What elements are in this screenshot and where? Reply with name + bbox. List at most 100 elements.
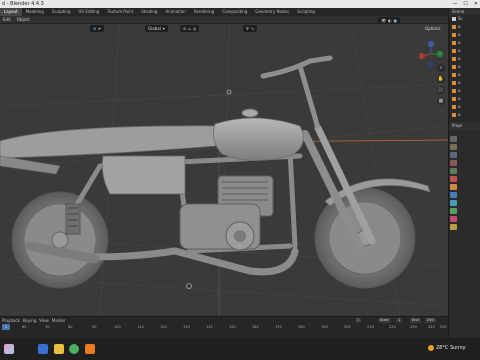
options-dropdown[interactable]: Options xyxy=(422,25,443,32)
frame-label: 170 xyxy=(275,325,282,329)
tab-sculpting[interactable]: Sculpting xyxy=(48,8,75,16)
outliner-row[interactable]: a xyxy=(449,47,480,55)
pan-hand-icon[interactable]: ✋ xyxy=(437,75,445,83)
file-explorer-icon[interactable] xyxy=(54,344,64,354)
outliner-row-label: a xyxy=(458,80,461,85)
object-tab-icon[interactable] xyxy=(450,184,457,190)
chrome-icon[interactable] xyxy=(69,344,79,354)
outliner-row[interactable]: a xyxy=(449,39,480,47)
tab-uv-editing[interactable]: UV Editing xyxy=(75,8,104,16)
frame-label: 110 xyxy=(137,325,144,329)
rear-wheel[interactable] xyxy=(11,191,109,289)
tab-compositing[interactable]: Compositing xyxy=(218,8,251,16)
link-icon: ⊕ xyxy=(93,26,97,31)
weather-widget[interactable]: 28°C Sunny xyxy=(428,345,466,351)
cursor-icon: ⌖ xyxy=(98,26,101,31)
view-options[interactable]: 👁 ◐ ● xyxy=(378,17,401,24)
3d-cursor[interactable] xyxy=(186,283,192,289)
workspace-tabs: Layout Modeling Sculpting UV Editing Tex… xyxy=(0,8,480,16)
outliner-row[interactable]: a xyxy=(449,63,480,71)
collection-icon xyxy=(452,17,456,21)
orientation-dropdown[interactable]: Global ▾ xyxy=(145,25,168,32)
tab-texture-paint[interactable]: Texture Paint xyxy=(103,8,137,16)
tab-animation[interactable]: Animation xyxy=(161,8,189,16)
world-tab-icon[interactable] xyxy=(450,176,457,182)
menu-edit[interactable]: Edit xyxy=(0,17,14,22)
outliner-row[interactable]: a xyxy=(449,79,480,87)
windows-start-icon[interactable] xyxy=(38,344,48,354)
outliner-row-label: a xyxy=(458,112,461,117)
tool-tab-icon[interactable] xyxy=(450,136,457,142)
tab-rendering[interactable]: Rendering xyxy=(190,8,218,16)
rear-fender xyxy=(0,155,61,175)
minimize-button[interactable]: — xyxy=(452,0,457,8)
handlebar[interactable] xyxy=(260,55,333,79)
filter-icon: ⊽ xyxy=(246,26,249,31)
object-icon xyxy=(452,65,456,69)
material-tab-icon[interactable] xyxy=(450,216,457,222)
zoom-icon[interactable]: ⌕ xyxy=(437,64,445,72)
current-frame-field[interactable]: 1 xyxy=(355,318,362,323)
outliner-row-label: a xyxy=(458,56,461,61)
transform-orientation-pill[interactable]: ⊕ ⌖ xyxy=(90,25,104,32)
outliner-row[interactable]: a xyxy=(449,31,480,39)
timeline[interactable]: Playback Keying View Marker 1 Start 1 En… xyxy=(0,316,448,338)
wave-icon: ∿ xyxy=(250,26,255,31)
frame-label: 60 xyxy=(22,325,27,329)
outliner-row[interactable]: a xyxy=(449,23,480,31)
fuel-tank[interactable] xyxy=(213,117,304,161)
tab-layout[interactable]: Layout xyxy=(0,8,22,16)
window-title: d - Blender 4.4.3 xyxy=(2,1,44,7)
frame-label: 200 xyxy=(344,325,351,329)
pivot-snapping-tools[interactable]: ⊙ ⌂ ◎ xyxy=(180,25,200,32)
properties-panel: Proje xyxy=(448,122,480,338)
physics-tab-icon[interactable] xyxy=(450,208,457,214)
outliner-row[interactable]: a xyxy=(449,103,480,111)
3d-viewport[interactable]: Edit Object ⊕ ⌖ Global ▾ ⊙ ⌂ ◎ ⊽ ∿ 👁 ◐ ●… xyxy=(0,16,448,316)
texture-tab-icon[interactable] xyxy=(450,224,457,230)
frame-label: 160 xyxy=(252,325,259,329)
grid-view-icon[interactable]: ▦ xyxy=(437,97,445,105)
menu-playback[interactable]: Playback xyxy=(2,318,20,323)
tab-modeling[interactable]: Modeling xyxy=(22,8,48,16)
object-icon xyxy=(452,33,456,37)
outliner-row[interactable]: a xyxy=(449,111,480,119)
outliner-row[interactable]: Sc xyxy=(449,15,480,23)
seat[interactable] xyxy=(0,125,234,159)
end-frame-field[interactable]: 250 xyxy=(425,318,436,323)
tab-geometry-nodes[interactable]: Geometry Nodes xyxy=(251,8,293,16)
viewport-scene xyxy=(0,16,448,316)
render-tab-icon[interactable] xyxy=(450,144,457,150)
modifier-tab-icon[interactable] xyxy=(450,192,457,198)
filter-tools[interactable]: ⊽ ∿ xyxy=(243,25,258,32)
menu-view[interactable]: View xyxy=(39,318,49,323)
scene-tab-icon[interactable] xyxy=(450,168,457,174)
side-cover[interactable] xyxy=(101,155,186,195)
camera-icon[interactable]: 🎥 xyxy=(437,86,445,94)
thumbnail-icon[interactable] xyxy=(4,344,14,354)
outliner-row[interactable]: a xyxy=(449,71,480,79)
outliner-row[interactable]: a xyxy=(449,55,480,63)
maximize-button[interactable]: ☐ xyxy=(463,0,467,8)
outliner-panel: Scene Sc a a a a a a a a a a a a xyxy=(448,8,480,122)
output-tab-icon[interactable] xyxy=(450,152,457,158)
visibility-icon: 👁 xyxy=(381,18,387,23)
outliner-row[interactable]: a xyxy=(449,87,480,95)
object-icon xyxy=(452,97,456,101)
menu-keying[interactable]: Keying xyxy=(23,318,36,323)
view-layer-tab-icon[interactable] xyxy=(450,160,457,166)
outliner-row[interactable]: a xyxy=(449,95,480,103)
outliner-row-label: a xyxy=(458,48,461,53)
options-label: Options xyxy=(425,26,441,31)
close-button[interactable]: ✕ xyxy=(474,0,478,8)
particles-tab-icon[interactable] xyxy=(450,200,457,206)
menu-object[interactable]: Object xyxy=(14,17,33,22)
menu-marker[interactable]: Marker xyxy=(52,318,66,323)
outliner-row-label: a xyxy=(458,32,461,37)
engine[interactable] xyxy=(179,175,274,251)
tab-shading[interactable]: Shading xyxy=(137,8,161,16)
blender-icon[interactable] xyxy=(85,344,95,354)
start-frame-field[interactable]: 1 xyxy=(396,318,403,323)
tab-scripting[interactable]: Scripting xyxy=(293,8,319,16)
rear-shock[interactable] xyxy=(65,203,81,235)
